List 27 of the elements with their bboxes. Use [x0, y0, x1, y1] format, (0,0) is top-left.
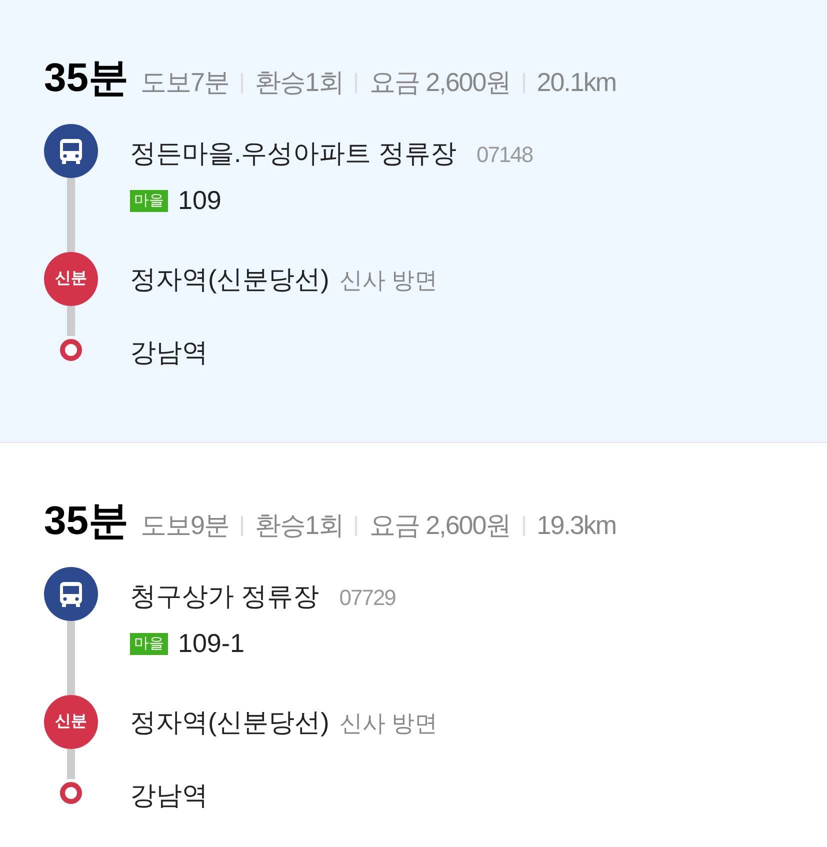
direction-text: 신사 방면 [339, 709, 438, 738]
stop-id: 07148 [476, 141, 533, 169]
stop-name: 청구상가 정류장 [130, 580, 320, 613]
station-name: 강남역 [130, 779, 208, 812]
station-name: 정자역(신분당선) [130, 706, 330, 739]
route-meta: 요금 2,600원 [369, 66, 511, 99]
route-meta: 20.1km [536, 66, 616, 99]
bus-type-badge: 마을 [130, 632, 168, 654]
route-duration: 35분 [44, 501, 128, 541]
bus-icon [44, 567, 98, 621]
station-name: 강남역 [130, 336, 208, 369]
route-meta: 도보7분 [140, 66, 229, 99]
route-meta: 환승1회 [254, 66, 344, 99]
station-name: 정자역(신분당선) [130, 263, 330, 296]
route-duration: 35분 [44, 58, 128, 98]
bus-icon [44, 124, 98, 178]
route-meta: 환승1회 [254, 509, 344, 542]
route-card[interactable]: 35분 도보7분 환승1회 요금 2,600원 20.1km 정든마을.우성아파트 정류장 07148 마을 109 신분 정자역(신분당선) 신사 방면 강남역 [0, 0, 827, 443]
bus-number: 109 [178, 184, 222, 217]
route-meta: 도보9분 [140, 509, 229, 542]
route-meta: 요금 2,600원 [369, 509, 511, 542]
direction-text: 신사 방면 [339, 266, 438, 295]
bus-number: 109-1 [178, 627, 244, 660]
route-meta: 19.3km [536, 509, 616, 542]
stop-id: 07729 [339, 584, 396, 612]
bus-type-badge: 마을 [130, 190, 168, 212]
stop-name: 정든마을.우성아파트 정류장 [130, 137, 456, 170]
